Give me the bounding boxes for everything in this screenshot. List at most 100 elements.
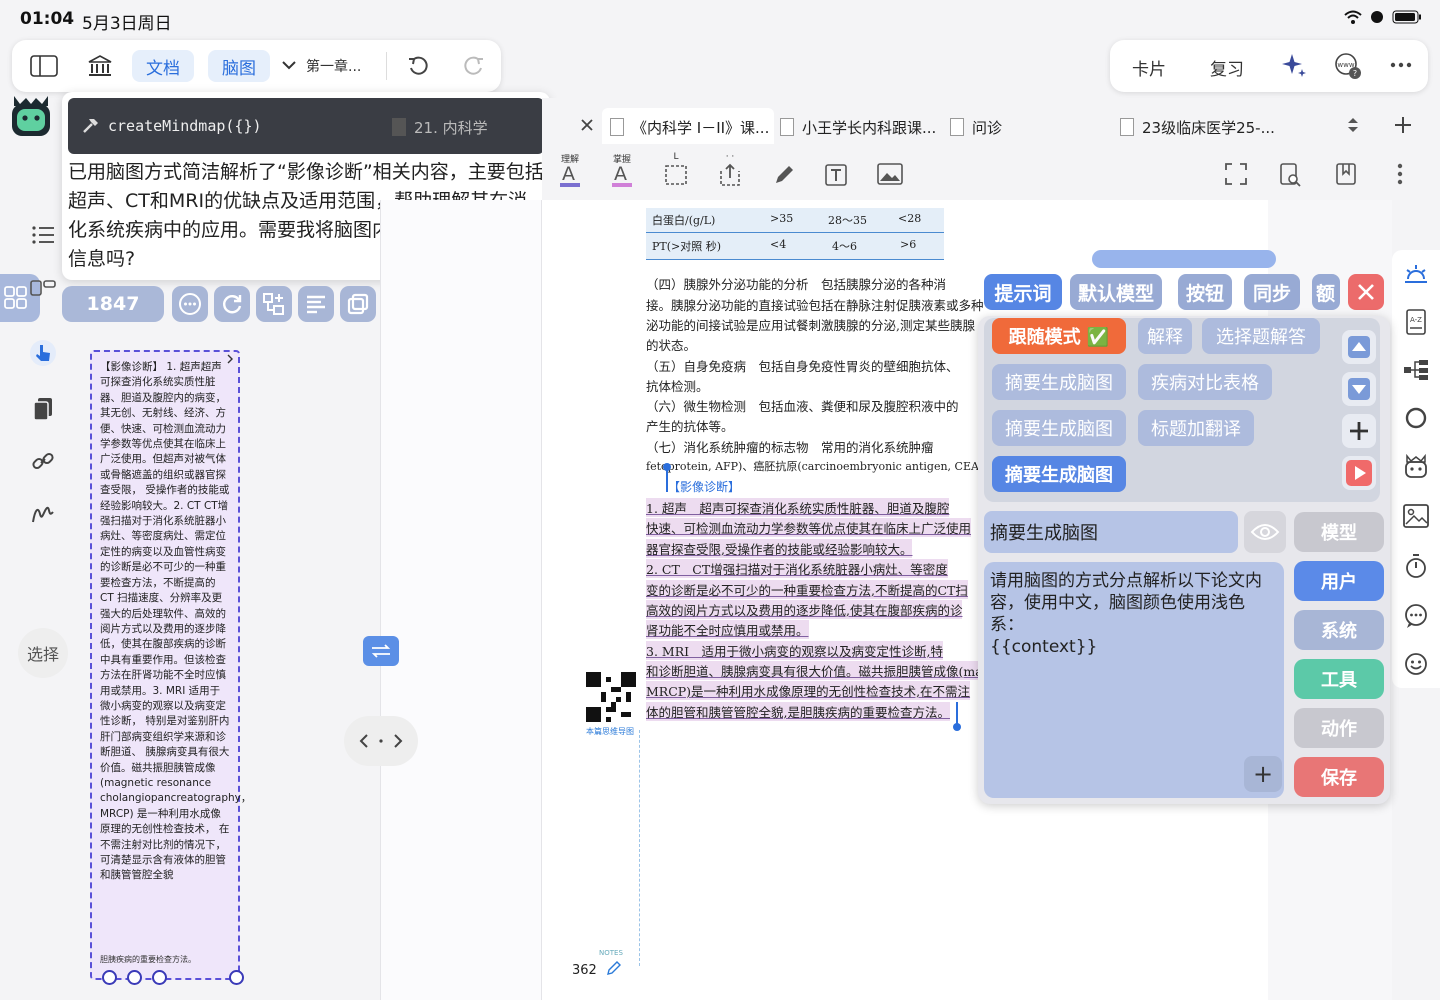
freehand-draw-icon[interactable] — [28, 498, 58, 528]
insert-variable-plus-icon[interactable]: + — [1244, 756, 1282, 792]
hammer-icon — [83, 119, 98, 133]
tab-item[interactable]: 《内科学 I－II》课... — [610, 112, 769, 142]
chat-bubble-icon[interactable] — [1402, 602, 1430, 630]
move-up-icon[interactable] — [1342, 330, 1376, 364]
handle-icon[interactable] — [152, 970, 167, 985]
doc-tab[interactable]: 文档 — [132, 50, 194, 82]
resize-handle-icon[interactable] — [229, 970, 244, 985]
prompt-text-area[interactable]: 请用脑图的方式分点解析以下论文内容，使用中文，脑图颜色使用浅色系： {{cont… — [984, 562, 1284, 798]
chapter-selector[interactable]: 第一章... — [306, 56, 361, 76]
panel-drag-handle[interactable] — [1092, 250, 1276, 268]
sort-icon[interactable] — [1346, 116, 1360, 134]
pen-tool[interactable] — [766, 152, 802, 192]
understand-highlight-tool[interactable]: 理解 A — [552, 152, 588, 192]
explain-button[interactable]: 解释 — [1138, 318, 1192, 354]
more-icon[interactable] — [1390, 62, 1412, 68]
tab-item[interactable]: 小王学长内科跟课... — [780, 112, 936, 142]
rect-select-tool[interactable]: L — [658, 152, 694, 192]
panel-close-icon[interactable] — [1348, 274, 1384, 310]
save-button[interactable]: 保存 — [1294, 757, 1384, 797]
page-nav-arrows[interactable] — [344, 716, 418, 766]
lasso-tool[interactable]: · · — [712, 152, 748, 192]
svg-text:A: A — [562, 163, 575, 185]
selection-handle-end[interactable] — [953, 723, 961, 731]
text-box-tool[interactable] — [818, 152, 854, 192]
follow-mode-toggle[interactable]: 跟随模式 ✅ — [992, 318, 1126, 354]
tab-item[interactable]: 21. 内科学 — [392, 112, 488, 142]
tab-sync[interactable]: 同步 — [1244, 274, 1300, 310]
model-role-button[interactable]: 模型 — [1294, 512, 1384, 552]
robot-avatar-icon[interactable] — [8, 92, 54, 140]
handle-icon[interactable] — [102, 970, 117, 985]
chevron-right-icon[interactable] — [226, 354, 234, 364]
image-tool[interactable] — [872, 152, 908, 192]
mindmap-tree-icon[interactable] — [1402, 356, 1430, 384]
dictionary-icon[interactable]: A-Z — [1402, 308, 1430, 336]
emoji-icon[interactable] — [1402, 650, 1430, 678]
link-icon[interactable] — [28, 446, 58, 476]
tab-label: 问诊 — [972, 118, 1003, 137]
card-button[interactable]: 卡片 — [1132, 55, 1166, 80]
swap-icon[interactable] — [363, 636, 399, 666]
tool-role-button[interactable]: 工具 — [1294, 659, 1384, 699]
more-menu-button[interactable] — [1382, 152, 1418, 192]
sparkle-icon[interactable] — [1280, 52, 1308, 80]
image-gallery-icon[interactable] — [1402, 502, 1430, 530]
prompt-name-field[interactable]: 摘要生成脑图 — [984, 511, 1238, 553]
pointer-tool-icon[interactable] — [28, 338, 58, 368]
sunrise-icon[interactable] — [1402, 260, 1430, 288]
select-button[interactable]: 选择 — [18, 628, 68, 678]
bookmark-button[interactable] — [1328, 152, 1364, 192]
robot-icon[interactable] — [1402, 452, 1430, 480]
search-doc-button[interactable] — [1272, 152, 1308, 192]
disease-compare-button[interactable]: 疾病对比表格 — [1138, 364, 1272, 400]
tab-buttons[interactable]: 按钮 — [1178, 274, 1232, 310]
tab-quota[interactable]: 额 — [1312, 274, 1340, 310]
refresh-icon[interactable] — [214, 286, 250, 322]
user-role-button[interactable]: 用户 — [1294, 561, 1384, 601]
summary-mindmap-button[interactable]: 摘要生成脑图 — [992, 410, 1126, 446]
run-play-icon[interactable] — [1342, 456, 1376, 490]
add-child-icon[interactable] — [256, 286, 292, 322]
circle-icon[interactable] — [1402, 404, 1430, 432]
new-tab-plus-icon[interactable] — [1394, 116, 1412, 134]
tab-default-model[interactable]: 默认模型 — [1070, 274, 1162, 310]
highlighted-line: 快速、可检测血流动力学参数等优点使其在临床上广泛使用 — [646, 518, 972, 537]
timer-icon[interactable] — [1402, 552, 1430, 580]
title-translate-button[interactable]: 标题加翻译 — [1138, 410, 1254, 446]
outline-list-icon[interactable] — [28, 220, 58, 250]
text-format-icon[interactable] — [298, 286, 334, 322]
tab-item[interactable]: 23级临床医学25-... — [1120, 112, 1275, 142]
comment-dots-icon[interactable] — [172, 286, 208, 322]
library-icon[interactable] — [86, 53, 114, 79]
card-count[interactable]: 1847 — [62, 286, 164, 322]
mindmap-card[interactable]: 【影像诊断】 1. 超声超声可探查消化系统实质性脏器、胆道及腹腔内的病变， 其无… — [90, 350, 251, 985]
add-prompt-icon[interactable] — [1342, 414, 1376, 448]
tab-prompt[interactable]: 提示词 — [984, 274, 1062, 310]
status-date: 5月3日周日 — [82, 14, 172, 34]
chevron-down-icon[interactable] — [282, 60, 296, 70]
note-pen-icon[interactable] — [606, 960, 622, 976]
eye-icon[interactable] — [1244, 511, 1286, 553]
redo-icon[interactable] — [460, 53, 488, 79]
system-role-button[interactable]: 系统 — [1294, 610, 1384, 650]
pages-icon[interactable] — [28, 394, 58, 424]
review-button[interactable]: 复习 — [1210, 55, 1244, 80]
copy-icon[interactable] — [340, 286, 376, 322]
action-role-button[interactable]: 动作 — [1294, 708, 1384, 748]
handle-icon[interactable] — [127, 970, 142, 985]
tab-item[interactable]: 问诊 — [950, 112, 1002, 142]
web-help-icon[interactable]: www? — [1334, 52, 1362, 80]
summary-mindmap-button[interactable]: 摘要生成脑图 — [992, 364, 1126, 400]
tab-close-icon[interactable] — [580, 118, 594, 132]
mindmap-tab[interactable]: 脑图 — [208, 50, 270, 82]
qr-code-icon[interactable] — [586, 672, 636, 722]
split-column — [380, 200, 542, 1000]
master-highlight-tool[interactable]: 掌握 A — [604, 152, 640, 192]
fullscreen-button[interactable] — [1218, 152, 1254, 192]
undo-icon[interactable] — [404, 53, 432, 79]
move-down-icon[interactable] — [1342, 372, 1376, 406]
sidebar-toggle-icon[interactable] — [30, 53, 58, 79]
mcq-answer-button[interactable]: 选择题解答 — [1202, 318, 1320, 354]
summary-mindmap-button-selected[interactable]: 摘要生成脑图 — [992, 456, 1126, 492]
